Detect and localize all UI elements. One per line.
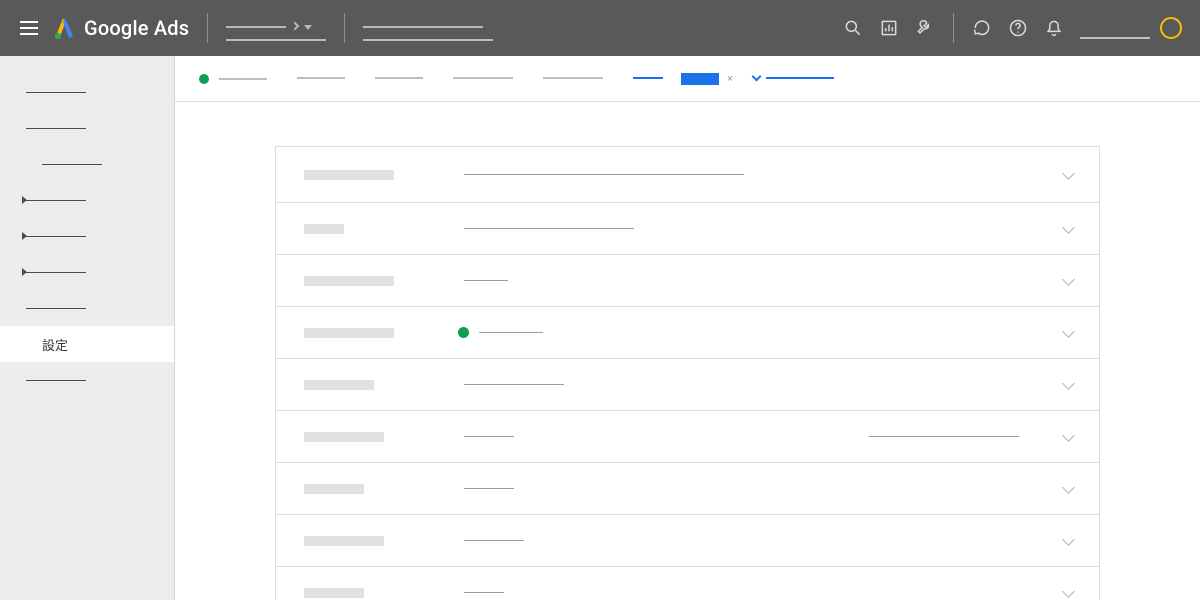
settings-row[interactable] (276, 359, 1099, 411)
caret-down-icon (304, 25, 312, 30)
chevron-down-icon (1062, 481, 1075, 494)
expand-arrow-icon (22, 196, 27, 204)
status-enabled-icon (458, 327, 469, 338)
chevron-down-icon (1062, 585, 1075, 598)
divider (953, 13, 954, 43)
sidebar-item[interactable] (0, 110, 174, 146)
sidebar-item-placeholder (26, 128, 86, 129)
sidebar-item[interactable] (0, 218, 174, 254)
divider (207, 13, 208, 43)
avatar[interactable] (1160, 17, 1182, 39)
campaign-status[interactable] (199, 74, 267, 84)
row-value (464, 280, 1071, 281)
help-icon[interactable] (1000, 10, 1036, 46)
tab-3[interactable] (453, 63, 513, 95)
sidebar-item-placeholder (42, 164, 102, 165)
sidebar-item[interactable] (0, 74, 174, 110)
row-value-secondary (869, 436, 1019, 437)
tab-4[interactable] (543, 63, 603, 95)
more-dropdown[interactable] (753, 59, 834, 99)
settings-row[interactable] (276, 147, 1099, 203)
settings-row[interactable] (276, 515, 1099, 567)
row-label (304, 588, 464, 598)
sidebar-item-placeholder (26, 272, 86, 273)
tab-2[interactable] (375, 63, 423, 95)
sidebar-item-placeholder (26, 92, 86, 93)
campaign-selector[interactable] (363, 15, 493, 41)
menu-icon[interactable] (12, 13, 46, 43)
brand-text: Google Ads (84, 16, 189, 40)
chevron-down-icon (1062, 429, 1075, 442)
row-value (464, 592, 1071, 593)
chevron-down-icon (1062, 533, 1075, 546)
row-value (464, 384, 1071, 385)
row-label (304, 224, 464, 234)
settings-row[interactable] (276, 463, 1099, 515)
chevron-down-icon (1062, 167, 1075, 180)
tab-1[interactable] (297, 63, 345, 95)
row-value (464, 488, 1071, 489)
google-ads-logo-icon (52, 16, 76, 40)
sidebar-item-placeholder (26, 308, 86, 309)
sidebar-item-settings[interactable]: 設定 (0, 326, 174, 362)
sidebar-item-placeholder (26, 236, 86, 237)
sidebar-item[interactable] (0, 254, 174, 290)
row-label (304, 380, 464, 390)
row-label (304, 328, 464, 338)
account-selector[interactable] (226, 15, 326, 41)
sidebar-item[interactable] (0, 146, 174, 182)
sidebar-item-placeholder (26, 380, 86, 381)
tools-icon[interactable] (907, 10, 943, 46)
chip-clear-icon[interactable]: × (723, 72, 737, 85)
chevron-right-icon (291, 22, 299, 30)
refresh-icon[interactable] (964, 10, 1000, 46)
settings-row[interactable] (276, 411, 1099, 463)
sidebar-item-placeholder (26, 200, 86, 201)
tab-bar: × (175, 56, 1200, 102)
settings-row[interactable] (276, 567, 1099, 600)
brand[interactable]: Google Ads (52, 16, 189, 40)
notifications-icon[interactable] (1036, 10, 1072, 46)
row-label (304, 484, 464, 494)
row-label (304, 432, 464, 442)
filter-chip[interactable]: × (673, 72, 737, 85)
row-label (304, 170, 464, 180)
settings-panel (275, 146, 1100, 600)
main-content: × (175, 56, 1200, 600)
search-icon[interactable] (835, 10, 871, 46)
sidebar-item-label: 設定 (26, 335, 68, 354)
chevron-down-icon (751, 71, 761, 81)
expand-arrow-icon (22, 268, 27, 276)
settings-row[interactable] (276, 255, 1099, 307)
sidebar-item[interactable] (0, 290, 174, 326)
row-value (464, 540, 1071, 541)
chevron-down-icon (1062, 273, 1075, 286)
sidebar: 設定 (0, 56, 175, 600)
chevron-down-icon (1062, 221, 1075, 234)
row-label (304, 536, 464, 546)
settings-row[interactable] (276, 203, 1099, 255)
chevron-down-icon (1062, 377, 1075, 390)
settings-row[interactable] (276, 307, 1099, 359)
app-header: Google Ads (0, 0, 1200, 56)
status-enabled-icon (199, 74, 209, 84)
reports-icon[interactable] (871, 10, 907, 46)
sidebar-item[interactable] (0, 182, 174, 218)
tab-filter-link[interactable] (633, 63, 663, 95)
account-id-field[interactable] (1080, 17, 1150, 39)
divider (344, 13, 345, 43)
sidebar-item[interactable] (0, 362, 174, 398)
row-label (304, 276, 464, 286)
row-value (464, 174, 1071, 175)
row-value (464, 228, 1071, 229)
expand-arrow-icon (22, 232, 27, 240)
row-value (464, 327, 1071, 338)
